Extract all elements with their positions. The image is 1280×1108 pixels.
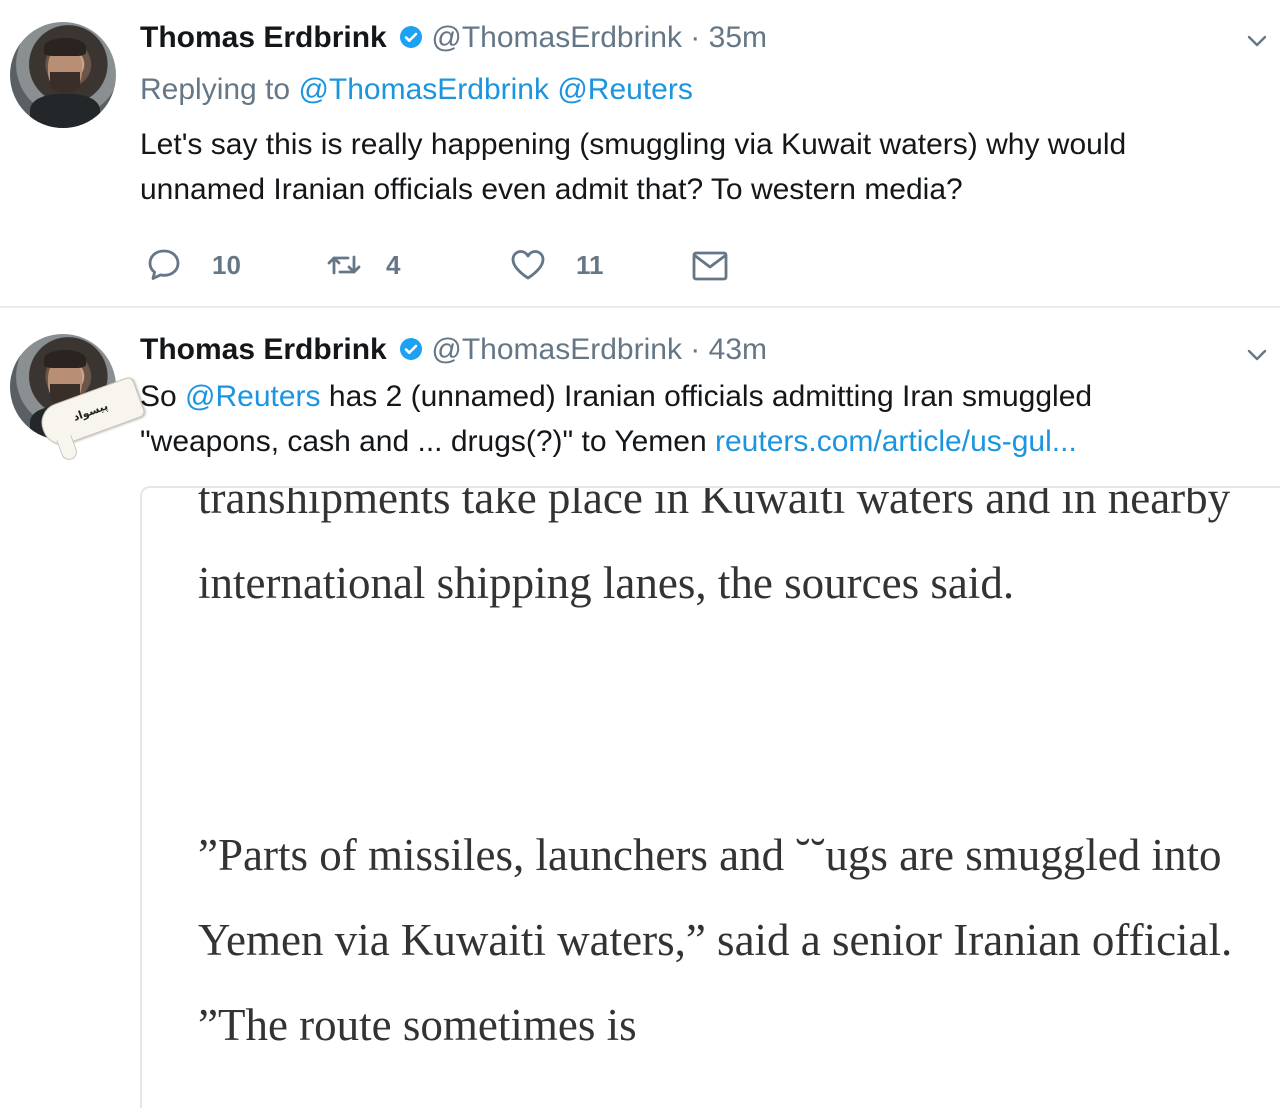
mention-link[interactable]: @Reuters [185,380,321,413]
replying-handle-link[interactable]: @ThomasErdbrink [298,73,549,106]
replying-prefix: Replying to [140,73,291,106]
author-handle[interactable]: @ThomasErdbrink [431,21,682,54]
separator-dot: · [690,333,701,366]
like-count: 11 [576,249,604,280]
retweet-button[interactable]: 4 [324,240,400,290]
article-preview-card[interactable]: transhipments take place in Kuwaiti wate… [140,486,1280,1108]
tweet-text: So @Reuters has 2 (unnamed) Iranian offi… [140,374,1230,464]
reply-count: 10 [212,249,241,280]
avatar-beard [50,72,80,94]
heart-icon [511,250,545,280]
author-handle[interactable]: @ThomasErdbrink [431,333,682,366]
replying-to: Replying to @ThomasErdbrink @Reuters [140,72,693,108]
direct-message-button[interactable] [690,240,758,290]
retweet-icon [327,255,361,275]
reply-button[interactable]: 10 [144,240,241,290]
tweet[interactable]: Thomas Erdbrink @ThomasErdbrink · 35m Re… [0,0,1280,308]
chevron-down-icon[interactable] [1246,30,1268,52]
retweet-count: 4 [386,249,401,280]
chevron-down-icon[interactable] [1246,344,1268,366]
text-prefix: So [140,380,177,413]
article-paragraph: ”Parts of missiles, launchers and ˘˘ugs … [198,830,1233,1050]
avatar-hair [44,38,86,56]
watermark-text: پیسواد [71,399,110,424]
author-name[interactable]: Thomas Erdbrink [140,21,387,54]
like-button[interactable]: 11 [508,240,604,290]
tweet-header: Thomas Erdbrink @ThomasErdbrink · 43m [140,332,767,368]
tweet[interactable]: Thomas Erdbrink @ThomasErdbrink · 43m So… [0,308,1280,1108]
article-paragraph: transhipments take place in Kuwaiti wate… [198,486,1231,608]
article-link[interactable]: reuters.com/article/us-gul... [715,425,1077,458]
envelope-icon [692,251,728,281]
avatar-shirt [30,94,100,128]
replying-handle-link[interactable]: @Reuters [557,73,693,106]
avatar[interactable] [10,22,116,128]
tweet-time[interactable]: 35m [709,21,767,54]
separator-dot: · [690,21,701,54]
tweet-actions: 10 4 11 [140,240,780,290]
tweet-header: Thomas Erdbrink @ThomasErdbrink · 35m [140,20,767,56]
tweet-time[interactable]: 43m [709,333,767,366]
author-name[interactable]: Thomas Erdbrink [140,333,387,366]
reply-icon [148,249,180,280]
tweet-text: Let's say this is really happening (smug… [140,128,1127,206]
verified-badge-icon [400,26,423,48]
verified-badge-icon [400,338,423,360]
avatar-hair [44,350,86,368]
